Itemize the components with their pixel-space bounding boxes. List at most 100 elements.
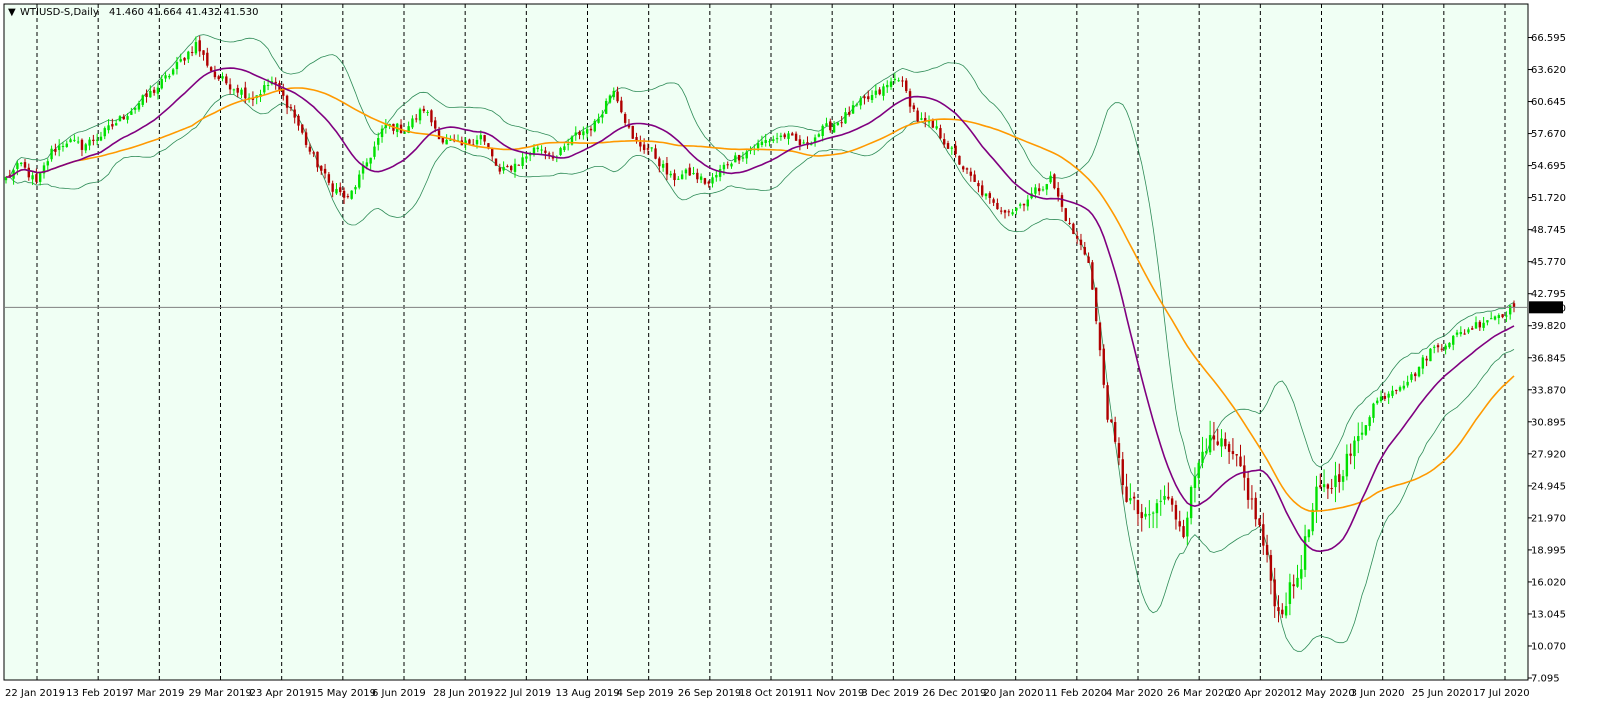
candle-body xyxy=(122,116,125,120)
candle-body xyxy=(1402,385,1406,389)
candle-body xyxy=(1034,187,1037,194)
candle-body xyxy=(107,125,110,131)
x-tick-label: 4 Sep 2019 xyxy=(617,688,674,699)
candle-body xyxy=(1182,526,1185,538)
candle-body xyxy=(996,202,999,210)
x-tick-label: 26 Mar 2020 xyxy=(1167,688,1230,699)
candle-body xyxy=(1056,187,1060,197)
y-tick-label: 27.920 xyxy=(1531,449,1566,460)
candle-body xyxy=(1125,486,1128,502)
candle-body xyxy=(988,193,992,198)
candle-body xyxy=(1448,342,1451,348)
candle-body xyxy=(1174,504,1178,520)
y-tick-label: 16.020 xyxy=(1531,577,1566,588)
candle-body xyxy=(927,121,931,123)
candle-body xyxy=(1000,210,1003,212)
candle-body xyxy=(1364,425,1368,435)
candle-body xyxy=(240,89,243,95)
candle-body xyxy=(422,108,426,112)
candle-body xyxy=(699,176,703,180)
candle-body xyxy=(46,161,49,166)
candle-body xyxy=(365,162,369,167)
candle-body xyxy=(597,118,600,123)
candle-body xyxy=(601,114,604,118)
x-tick-label: 22 Jul 2019 xyxy=(494,688,551,699)
candle-body xyxy=(437,130,441,140)
candle-body xyxy=(209,67,213,71)
candle-body xyxy=(1049,175,1052,183)
candle-body xyxy=(1490,318,1493,320)
candle-body xyxy=(962,166,965,170)
candle-body xyxy=(791,133,794,136)
candle-body xyxy=(844,112,847,124)
candle-body xyxy=(912,105,916,110)
candle-body xyxy=(342,190,346,198)
candle-body xyxy=(734,155,737,163)
collapse-triangle-icon: ▼ xyxy=(8,7,16,18)
candle-body xyxy=(703,178,707,184)
candle-body xyxy=(263,85,266,93)
candle-body xyxy=(897,80,900,82)
candle-body xyxy=(1148,514,1151,516)
candle-body xyxy=(1094,287,1098,322)
candlestick-chart[interactable]: 66.595 63.620 60.645 57.670 54.695 51.720 48.7… xyxy=(0,0,1606,724)
x-tick-label: 18 Oct 2019 xyxy=(739,688,801,699)
candle-body xyxy=(829,121,832,131)
candle-body xyxy=(1440,348,1444,350)
candle-body xyxy=(798,139,802,145)
candle-body xyxy=(1463,333,1466,335)
candle-body xyxy=(958,155,961,165)
candle-body xyxy=(1136,500,1140,514)
candle-body xyxy=(620,100,623,113)
candle-body xyxy=(715,174,718,178)
y-tick-label: 63.620 xyxy=(1531,65,1566,76)
candle-body xyxy=(642,144,646,150)
x-tick-label: 3 Dec 2019 xyxy=(861,688,919,699)
candle-body xyxy=(946,143,950,149)
candle-body xyxy=(1273,579,1276,607)
candle-body xyxy=(1129,498,1132,501)
candle-body xyxy=(1383,396,1387,399)
candle-body xyxy=(171,69,175,75)
candle-body xyxy=(984,193,988,197)
candle-body xyxy=(164,75,167,79)
candle-body xyxy=(509,165,513,171)
plot-area xyxy=(3,3,1529,681)
candle-body xyxy=(931,120,935,128)
candle-body xyxy=(973,174,976,182)
candle-body xyxy=(889,81,893,87)
candle-body xyxy=(737,154,741,161)
candle-body xyxy=(266,85,270,87)
candle-body xyxy=(1421,357,1425,369)
candle-body xyxy=(1357,436,1360,442)
candle-body xyxy=(859,98,862,106)
candle-body xyxy=(513,163,517,172)
candle-body xyxy=(282,89,285,96)
candle-body xyxy=(35,174,38,182)
candle-body xyxy=(540,149,543,151)
candle-body xyxy=(745,151,748,159)
x-tick-label: 20 Apr 2020 xyxy=(1228,688,1290,699)
candle-body xyxy=(863,96,866,99)
x-tick-label: 4 Mar 2020 xyxy=(1106,688,1163,699)
candle-body xyxy=(821,125,824,136)
candle-body xyxy=(1334,475,1337,488)
candle-body xyxy=(339,187,342,193)
candle-body xyxy=(1410,374,1413,380)
candle-body xyxy=(358,174,361,188)
candle-body xyxy=(1041,189,1045,191)
candle-body xyxy=(882,86,885,96)
candle-body xyxy=(1022,203,1026,206)
candle-body xyxy=(430,110,433,123)
x-tick-label: 20 Jan 2020 xyxy=(984,688,1044,699)
candle-body xyxy=(479,135,483,140)
candle-body xyxy=(1349,453,1352,456)
candle-body xyxy=(1353,440,1356,457)
candle-body xyxy=(1235,454,1238,456)
y-tick-label: 54.695 xyxy=(1531,161,1566,172)
candle-body xyxy=(908,91,912,107)
candle-body xyxy=(711,177,714,184)
candle-body xyxy=(380,128,384,138)
candle-body xyxy=(1189,487,1193,519)
candle-body xyxy=(1512,303,1516,308)
